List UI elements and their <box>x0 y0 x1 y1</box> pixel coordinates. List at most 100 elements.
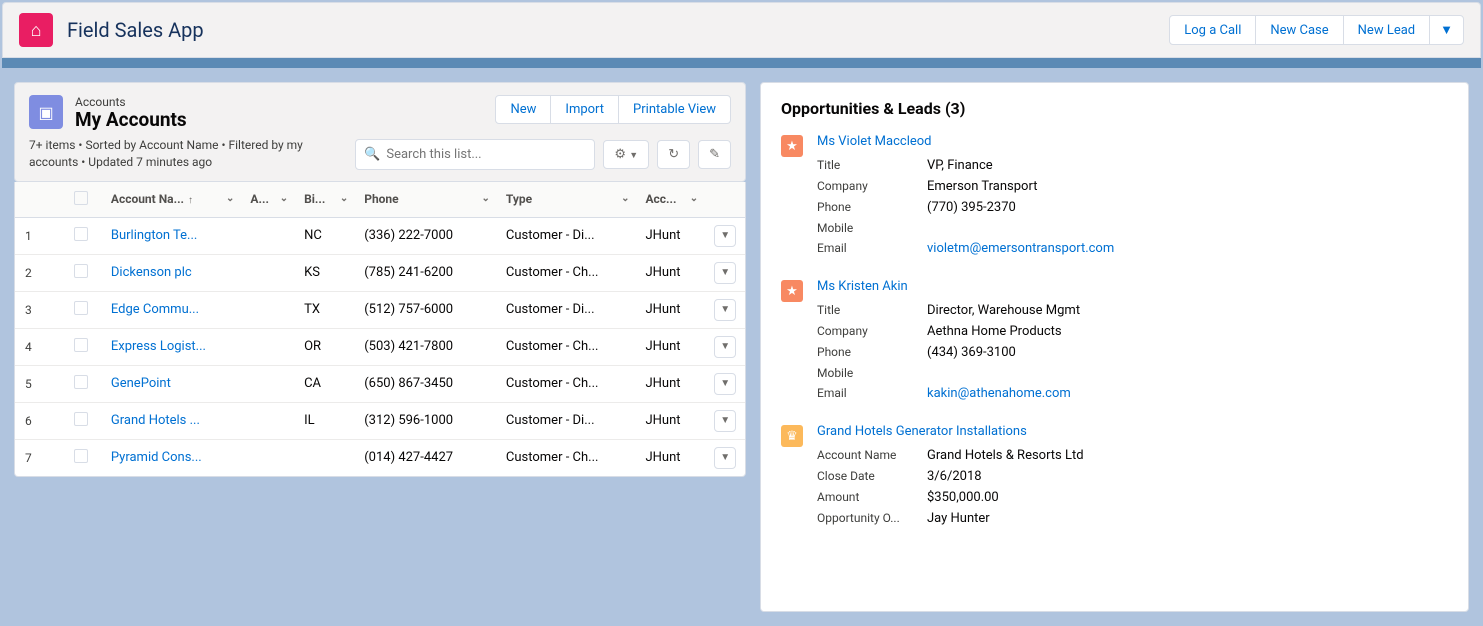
cell-state <box>294 439 354 476</box>
field-label: Mobile <box>817 366 927 380</box>
cell-phone: (312) 596-1000 <box>354 402 496 439</box>
field-label: Account Name <box>817 448 927 463</box>
row-action-button[interactable]: ▼ <box>714 299 736 321</box>
app-icon: ⌂ <box>19 13 53 47</box>
field-value: $350,000.00 <box>927 490 999 505</box>
field-row: Emailvioletm@emersontransport.com <box>817 238 1448 259</box>
field-value[interactable]: kakin@athenahome.com <box>927 386 1071 401</box>
table-row: 5GenePointCA(650) 867-3450Customer - Ch.… <box>15 365 745 402</box>
cell-owner: JHunt <box>635 365 704 402</box>
field-value: (434) 369-3100 <box>927 345 1016 360</box>
header-more-button[interactable]: ▼ <box>1429 15 1464 45</box>
field-value: 3/6/2018 <box>927 469 982 484</box>
field-row: Phone(434) 369-3100 <box>817 342 1448 363</box>
col-phone[interactable]: Phone⌄ <box>354 182 496 218</box>
account-name-cell[interactable]: Burlington Te... <box>101 217 241 254</box>
field-row: Mobile <box>817 363 1448 383</box>
row-checkbox-cell[interactable] <box>64 217 101 254</box>
col-a[interactable]: A...⌄ <box>240 182 294 218</box>
cell-a <box>240 217 294 254</box>
new-button[interactable]: New <box>495 95 551 124</box>
row-checkbox[interactable] <box>74 301 88 315</box>
pencil-icon: ✎ <box>709 147 720 162</box>
field-value[interactable]: violetm@emersontransport.com <box>927 241 1114 256</box>
row-action-button[interactable]: ▼ <box>714 410 736 432</box>
field-label: Email <box>817 241 927 256</box>
field-value: Aethna Home Products <box>927 324 1062 339</box>
cell-actions: ▼ <box>704 254 745 291</box>
app-title: Field Sales App <box>67 18 204 42</box>
cell-actions: ▼ <box>704 439 745 476</box>
cell-type: Customer - Ch... <box>496 365 636 402</box>
chevron-down-icon: ⌄ <box>621 193 629 204</box>
account-name-cell[interactable]: Edge Commu... <box>101 291 241 328</box>
related-item: ♛Grand Hotels Generator InstallationsAcc… <box>781 424 1448 529</box>
row-checkbox[interactable] <box>74 412 88 426</box>
item-title-link[interactable]: Ms Kristen Akin <box>817 279 1448 294</box>
row-checkbox-cell[interactable] <box>64 328 101 365</box>
cell-owner: JHunt <box>635 291 704 328</box>
refresh-button[interactable]: ↻ <box>657 140 690 169</box>
field-row: Mobile <box>817 218 1448 238</box>
new-case-button[interactable]: New Case <box>1255 15 1343 45</box>
row-checkbox-cell[interactable] <box>64 439 101 476</box>
col-account-owner[interactable]: Acc...⌄ <box>635 182 704 218</box>
row-action-button[interactable]: ▼ <box>714 336 736 358</box>
list-settings-button[interactable]: ⚙ ▼ <box>603 140 649 169</box>
select-all-checkbox[interactable] <box>74 191 88 205</box>
lead-icon: ★ <box>781 135 803 157</box>
row-action-button[interactable]: ▼ <box>714 262 736 284</box>
row-checkbox-cell[interactable] <box>64 402 101 439</box>
cell-type: Customer - Di... <box>496 291 636 328</box>
account-name-cell[interactable]: Express Logist... <box>101 328 241 365</box>
field-row: Amount$350,000.00 <box>817 487 1448 508</box>
cell-actions: ▼ <box>704 365 745 402</box>
row-checkbox[interactable] <box>74 227 88 241</box>
field-row: Emailkakin@athenahome.com <box>817 383 1448 404</box>
row-action-button[interactable]: ▼ <box>714 225 736 247</box>
row-checkbox-cell[interactable] <box>64 254 101 291</box>
chevron-down-icon: ▼ <box>720 452 730 463</box>
chevron-down-icon: ▼ <box>720 378 730 389</box>
list-meta: 7+ items • Sorted by Account Name • Filt… <box>29 137 329 171</box>
account-name-cell[interactable]: Pyramid Cons... <box>101 439 241 476</box>
chevron-down-icon: ▼ <box>720 304 730 315</box>
account-name-cell[interactable]: GenePoint <box>101 365 241 402</box>
cell-phone: (336) 222-7000 <box>354 217 496 254</box>
field-row: CompanyEmerson Transport <box>817 176 1448 197</box>
row-action-button[interactable]: ▼ <box>714 447 736 469</box>
row-action-button[interactable]: ▼ <box>714 373 736 395</box>
printable-view-button[interactable]: Printable View <box>618 95 731 124</box>
caret-down-icon: ▼ <box>629 151 638 161</box>
cell-a <box>240 439 294 476</box>
row-checkbox-cell[interactable] <box>64 365 101 402</box>
row-checkbox[interactable] <box>74 449 88 463</box>
cell-owner: JHunt <box>635 328 704 365</box>
account-name-cell[interactable]: Dickenson plc <box>101 254 241 291</box>
row-checkbox-cell[interactable] <box>64 291 101 328</box>
account-name-cell[interactable]: Grand Hotels ... <box>101 402 241 439</box>
import-button[interactable]: Import <box>550 95 619 124</box>
new-lead-button[interactable]: New Lead <box>1343 15 1430 45</box>
chevron-down-icon: ▼ <box>720 415 730 426</box>
item-title-link[interactable]: Grand Hotels Generator Installations <box>817 424 1448 439</box>
col-billing-state[interactable]: Bi...⌄ <box>294 182 354 218</box>
cell-state: IL <box>294 402 354 439</box>
row-checkbox[interactable] <box>74 338 88 352</box>
field-label: Title <box>817 158 927 173</box>
chevron-down-icon: ▼ <box>720 230 730 241</box>
col-checkbox[interactable] <box>64 182 101 218</box>
search-input[interactable] <box>355 139 595 170</box>
list-view-title[interactable]: My Accounts <box>75 108 187 131</box>
col-account-name[interactable]: Account Na...↑⌄ <box>101 182 241 218</box>
chevron-down-icon: ⌄ <box>280 193 288 204</box>
row-checkbox[interactable] <box>74 264 88 278</box>
edit-button[interactable]: ✎ <box>698 140 731 169</box>
cell-actions: ▼ <box>704 402 745 439</box>
global-header: ⌂ Field Sales App Log a Call New Case Ne… <box>2 2 1481 58</box>
table-row: 7Pyramid Cons...(014) 427-4427Customer -… <box>15 439 745 476</box>
log-a-call-button[interactable]: Log a Call <box>1169 15 1256 45</box>
item-title-link[interactable]: Ms Violet Maccleod <box>817 134 1448 149</box>
col-type[interactable]: Type⌄ <box>496 182 636 218</box>
row-checkbox[interactable] <box>74 375 88 389</box>
